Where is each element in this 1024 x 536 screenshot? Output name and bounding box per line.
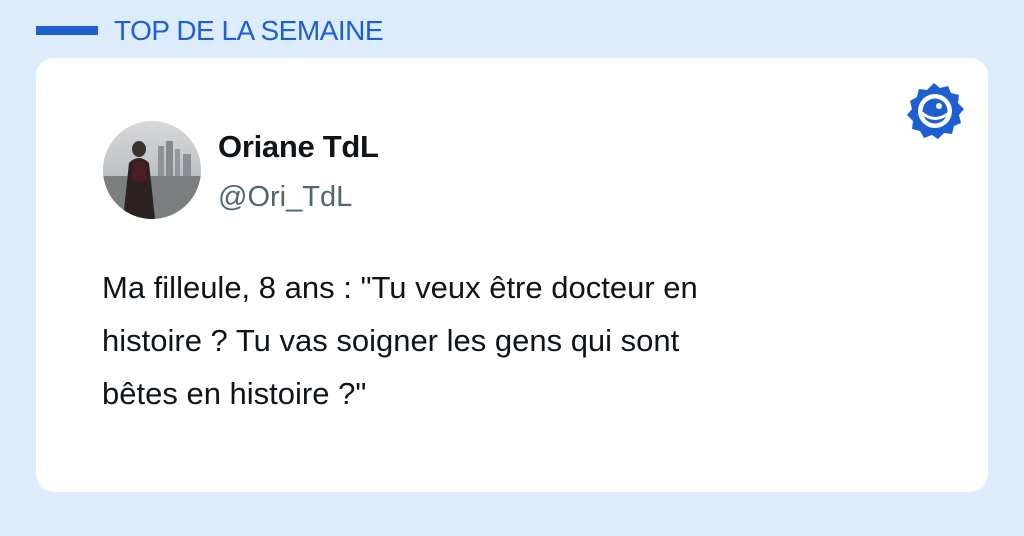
author-name[interactable]: Oriane TdL	[218, 129, 379, 165]
eye-badge-icon	[907, 83, 964, 139]
author-handle[interactable]: @Ori_TdL	[218, 181, 352, 214]
tweet-text-line: bêtes en histoire ?"	[102, 376, 367, 411]
section-title: TOP DE LA SEMAINE	[114, 15, 384, 46]
tweet-text-line: histoire ? Tu vas soigner les gens qui s…	[102, 323, 680, 358]
tweet-text: Ma filleule, 8 ans : "Tu veux être docte…	[102, 261, 932, 420]
tweet-card: Oriane TdL @Ori_TdL Ma filleule, 8 ans :…	[36, 58, 988, 492]
tweet-text-line: Ma filleule, 8 ans : "Tu veux être docte…	[102, 270, 698, 305]
header-accent-bar	[36, 26, 98, 35]
user-photo	[103, 121, 201, 219]
avatar[interactable]	[103, 121, 201, 219]
